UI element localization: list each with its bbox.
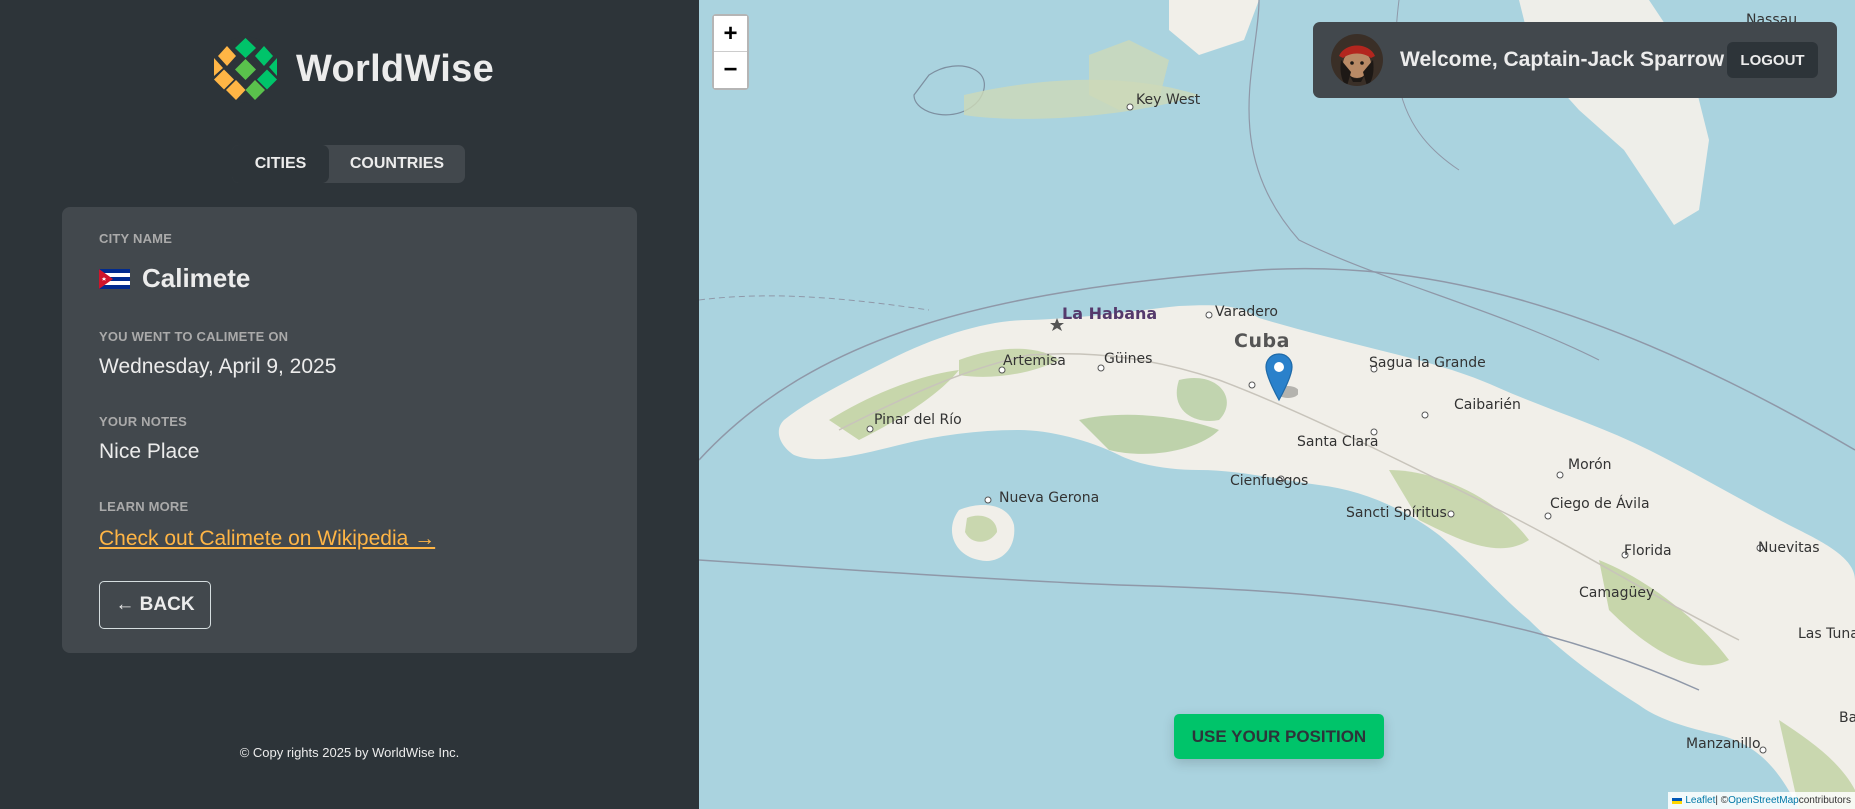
leaflet-link[interactable]: Leaflet <box>1685 795 1715 806</box>
logout-button[interactable]: LOGOUT <box>1727 42 1818 78</box>
tab-cities[interactable]: CITIES <box>232 145 329 183</box>
map-container[interactable]: + − Key West La Habana Varadero Cuba Art… <box>699 0 1855 809</box>
map-label-florida: Florida <box>1624 543 1672 559</box>
tab-countries[interactable]: COUNTRIES <box>329 145 465 183</box>
use-position-button[interactable]: USE YOUR POSITION <box>1174 714 1384 759</box>
map-label-varadero: Varadero <box>1215 304 1278 320</box>
app-root: WorldWise CITIES COUNTRIES CITY NAME Cal… <box>0 0 1855 809</box>
map-label-pinar: Pinar del Río <box>874 412 962 428</box>
user-panel: Welcome, Captain-Jack Sparrow LOGOUT <box>1313 22 1837 98</box>
map-label-santa-clara: Santa Clara <box>1297 434 1379 450</box>
map-label-moron: Morón <box>1568 457 1612 473</box>
city-name-row: Calimete <box>99 263 250 294</box>
city-country-tabs: CITIES COUNTRIES <box>232 145 465 183</box>
osm-link[interactable]: OpenStreetMap <box>1728 795 1799 806</box>
map-label-sagua: Sagua la Grande <box>1369 355 1486 371</box>
learn-more-label: LEARN MORE <box>99 499 189 514</box>
visit-date: Wednesday, April 9, 2025 <box>99 355 337 378</box>
map-label-caibarien: Caibarién <box>1454 397 1521 413</box>
map-label-cuba: Cuba <box>1234 330 1290 352</box>
city-details-card: CITY NAME Calimete YOU WENT TO CALIMETE … <box>62 207 637 653</box>
map-label-nuevitas: Nuevitas <box>1758 540 1820 556</box>
map-label-manzanillo: Manzanillo <box>1686 736 1761 752</box>
city-name: Calimete <box>142 263 251 293</box>
sidebar: WorldWise CITIES COUNTRIES CITY NAME Cal… <box>0 0 699 809</box>
map-tiles <box>699 0 1855 809</box>
map-label-key-west: Key West <box>1136 92 1201 108</box>
zoom-out-button[interactable]: − <box>714 52 747 88</box>
attribution-suffix: contributors <box>1798 795 1851 806</box>
footer-copyright: © Copy rights 2025 by WorldWise Inc. <box>239 745 460 760</box>
notes-value: Nice Place <box>99 440 200 463</box>
map-label-cienfuegos: Cienfuegos <box>1230 473 1309 489</box>
logo[interactable]: WorldWise <box>212 36 494 103</box>
cuba-flag-icon <box>99 268 130 289</box>
wikipedia-link[interactable]: Check out Calimete on Wikipedia → <box>99 527 435 551</box>
map-label-ba: Ba <box>1839 710 1855 726</box>
city-name-label: CITY NAME <box>99 231 173 246</box>
map-label-la-habana: La Habana <box>1062 304 1158 323</box>
notes-label: YOUR NOTES <box>99 414 187 429</box>
welcome-text: Welcome, Captain-Jack Sparrow <box>1400 48 1725 71</box>
map-label-las-tunas: Las Tuna <box>1798 626 1855 642</box>
map-label-artemisa: Artemisa <box>1003 353 1066 369</box>
zoom-in-button[interactable]: + <box>714 16 747 52</box>
visit-date-label: YOU WENT TO CALIMETE ON <box>99 329 289 344</box>
map-label-ciego: Ciego de Ávila <box>1550 496 1650 512</box>
map-label-nueva-gerona: Nueva Gerona <box>999 490 1100 506</box>
map-label-camaguey: Camagüey <box>1579 585 1655 601</box>
attribution-separator: | © <box>1715 795 1729 806</box>
brand-name: WorldWise <box>296 48 495 90</box>
ukraine-flag-icon <box>1672 797 1683 804</box>
back-button[interactable]: ← BACK <box>99 581 211 629</box>
map-label-sancti-spiritus: Sancti Spíritus <box>1346 505 1447 521</box>
avatar <box>1331 34 1383 86</box>
map-label-guines: Güines <box>1104 351 1153 367</box>
location-marker-icon[interactable] <box>1264 352 1298 404</box>
worldwise-logo-icon <box>212 36 279 103</box>
map-attribution: Leaflet | © OpenStreetMap contributors <box>1668 792 1855 809</box>
zoom-control: + − <box>712 14 749 90</box>
